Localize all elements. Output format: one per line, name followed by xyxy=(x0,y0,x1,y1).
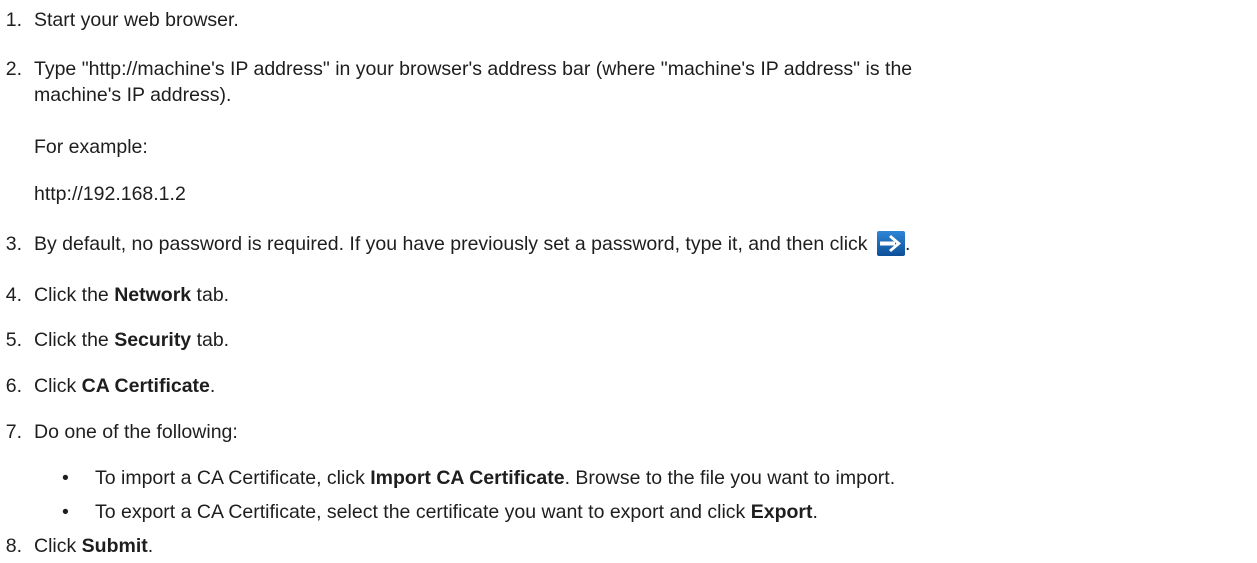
step-number: 2. xyxy=(5,58,22,80)
step-number: 5. xyxy=(5,329,22,351)
text-post: tab. xyxy=(191,329,230,351)
bullet-marker: • xyxy=(62,501,69,523)
text-pre: Click xyxy=(34,375,82,397)
step-number: 6. xyxy=(5,375,22,397)
text-pre: To import a CA Certificate, click xyxy=(95,467,371,489)
ui-term-ca-certificate: CA Certificate xyxy=(81,375,210,397)
text-pre: Click xyxy=(34,535,82,557)
example-label: For example: xyxy=(34,136,148,158)
go-arrow-icon xyxy=(876,231,905,256)
ui-term-network: Network xyxy=(114,284,192,306)
ui-term-security: Security xyxy=(114,329,192,351)
text-post: . xyxy=(147,535,154,557)
step-text: Start your web browser. xyxy=(34,9,239,31)
step-text: By default, no password is required. If … xyxy=(34,233,868,255)
step-text-line-1: Type "http://machine's IP address" in yo… xyxy=(34,58,913,80)
bullet-item-import: To import a CA Certificate, click Import… xyxy=(95,465,895,491)
text-post: . xyxy=(209,375,216,397)
step-number: 4. xyxy=(5,284,22,306)
step-text: Click the Security tab. xyxy=(34,327,229,353)
text-post: tab. xyxy=(191,284,230,306)
ui-term-export: Export xyxy=(750,501,813,523)
text-post: . Browse to the file you want to import. xyxy=(564,467,896,489)
step-text: Click Submit. xyxy=(34,533,153,559)
step-text: Click CA Certificate. xyxy=(34,373,215,399)
ui-term-import-ca-certificate: Import CA Certificate xyxy=(370,467,565,489)
text-pre: To export a CA Certificate, select the c… xyxy=(95,501,751,523)
step-number: 1. xyxy=(5,9,22,31)
example-url: http://192.168.1.2 xyxy=(34,183,186,205)
step-text: Click the Network tab. xyxy=(34,282,229,308)
text-pre: Click the xyxy=(34,329,115,351)
step-number: 8. xyxy=(5,535,22,557)
step-text-line-2: machine's IP address). xyxy=(34,84,232,106)
ui-term-submit: Submit xyxy=(81,535,148,557)
step-number: 7. xyxy=(5,421,22,443)
bullet-item-export: To export a CA Certificate, select the c… xyxy=(95,499,818,525)
text-pre: Click the xyxy=(34,284,115,306)
bullet-marker: • xyxy=(62,467,69,489)
text-post: . xyxy=(812,501,818,523)
step-text-with-icon: By default, no password is required. If … xyxy=(34,231,910,257)
step-text-end: . xyxy=(904,233,911,255)
step-number: 3. xyxy=(5,233,22,255)
step-text: Do one of the following: xyxy=(34,421,238,443)
